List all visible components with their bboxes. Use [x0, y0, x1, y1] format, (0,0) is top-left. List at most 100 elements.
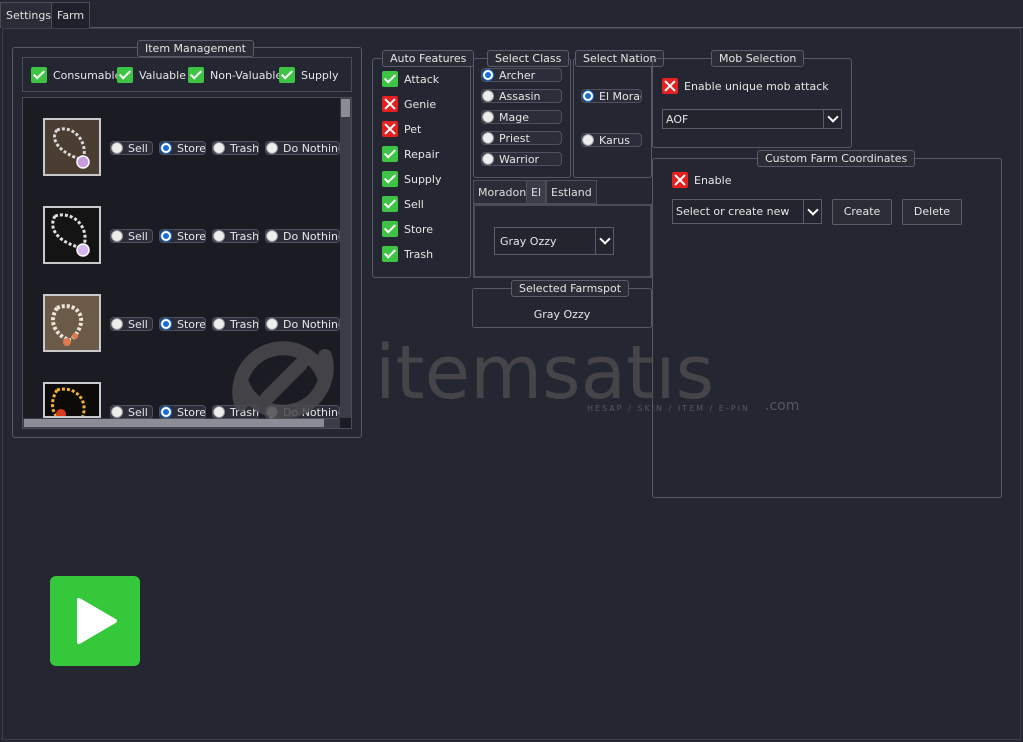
radio-store[interactable]: Store — [159, 405, 206, 419]
auto-pet[interactable]: Pet — [382, 119, 421, 139]
radio-icon[interactable] — [213, 318, 225, 330]
radio-selected-icon[interactable] — [160, 406, 172, 418]
filter-consumable[interactable]: Consumable — [31, 65, 121, 85]
radio-trash[interactable]: Trash — [212, 141, 259, 155]
radio-archer[interactable]: Archer — [481, 68, 562, 82]
farmspot-select[interactable]: Gray Ozzy — [494, 227, 614, 255]
radio-icon[interactable] — [266, 318, 278, 330]
delete-button[interactable]: Delete — [902, 199, 962, 225]
radio-karus[interactable]: Karus — [581, 133, 642, 147]
vertical-scroll-thumb[interactable] — [341, 99, 350, 117]
chevron-down-icon[interactable] — [823, 110, 841, 128]
radio-assasin[interactable]: Assasin — [481, 89, 562, 103]
radio-trash[interactable]: Trash — [212, 229, 259, 243]
checkbox-label: Sell — [404, 197, 424, 211]
checkbox-on-icon[interactable] — [382, 196, 398, 212]
auto-trash[interactable]: Trash — [382, 244, 433, 264]
radio-selected-icon[interactable] — [582, 90, 594, 102]
radio-warrior[interactable]: Warrior — [481, 152, 562, 166]
checkbox-on-icon[interactable] — [382, 221, 398, 237]
gold-necklace-red-gem-icon — [43, 382, 101, 418]
select-nation-group — [573, 58, 652, 178]
mob-selection-group — [652, 58, 852, 148]
chevron-down-icon[interactable] — [595, 228, 613, 254]
radio-sell[interactable]: Sell — [110, 229, 153, 243]
radio-icon[interactable] — [111, 406, 123, 418]
filter-non-valuable[interactable]: Non-Valuable — [188, 65, 282, 85]
checkbox-on-icon[interactable] — [188, 67, 204, 83]
horizontal-scroll-thumb[interactable] — [24, 419, 324, 427]
radio-store[interactable]: Store — [159, 229, 206, 243]
filter-supply[interactable]: Supply — [279, 65, 339, 85]
radio-icon[interactable] — [111, 230, 123, 242]
checkbox-on-icon[interactable] — [31, 67, 47, 83]
checkbox-on-icon[interactable] — [382, 171, 398, 187]
radio-icon[interactable] — [213, 142, 225, 154]
filter-valuable[interactable]: Valuable — [117, 65, 186, 85]
radio-priest[interactable]: Priest — [481, 131, 562, 145]
checkbox-on-icon[interactable] — [382, 146, 398, 162]
checkbox-on-icon[interactable] — [382, 71, 398, 87]
radio-selected-icon[interactable] — [160, 230, 172, 242]
radio-sell[interactable]: Sell — [110, 405, 153, 419]
checkbox-off-icon[interactable] — [382, 96, 398, 112]
radio-icon[interactable] — [213, 406, 225, 418]
checkbox-on-icon[interactable] — [382, 246, 398, 262]
auto-attack[interactable]: Attack — [382, 69, 439, 89]
radio-sell[interactable]: Sell — [110, 141, 153, 155]
radio-icon[interactable] — [213, 230, 225, 242]
auto-features-title: Auto Features — [382, 50, 475, 67]
filter-label: Valuable — [139, 68, 186, 82]
auto-supply[interactable]: Supply — [382, 169, 442, 189]
radio-mage[interactable]: Mage — [481, 110, 562, 124]
radio-icon[interactable] — [111, 318, 123, 330]
unique-mob-attack-checkbox[interactable]: Enable unique mob attack — [662, 76, 829, 96]
auto-store[interactable]: Store — [382, 219, 433, 239]
radio-icon[interactable] — [266, 230, 278, 242]
radio-icon[interactable] — [266, 142, 278, 154]
radio-store[interactable]: Store — [159, 141, 206, 155]
radio-do-nothing[interactable]: Do Nothing — [265, 317, 340, 331]
chevron-down-icon[interactable] — [803, 200, 821, 223]
radio-icon[interactable] — [111, 142, 123, 154]
radio-selected-icon[interactable] — [482, 69, 494, 81]
checkbox-label: Store — [404, 222, 434, 236]
vertical-scrollbar[interactable] — [340, 98, 351, 418]
radio-icon[interactable] — [482, 132, 494, 144]
custom-farm-enable-checkbox[interactable]: Enable — [672, 170, 731, 190]
tab-settings[interactable]: Settings — [0, 2, 58, 28]
radio-selected-icon[interactable] — [160, 318, 172, 330]
filter-label: Consumable — [53, 68, 122, 82]
auto-sell[interactable]: Sell — [382, 194, 424, 214]
radio-sell[interactable]: Sell — [110, 317, 153, 331]
radio-icon[interactable] — [582, 134, 594, 146]
radio-icon[interactable] — [482, 90, 494, 102]
radio-icon[interactable] — [482, 111, 494, 123]
checkbox-on-icon[interactable] — [279, 67, 295, 83]
checkbox-off-icon[interactable] — [672, 172, 688, 188]
auto-repair[interactable]: Repair — [382, 144, 439, 164]
radio-el-morad[interactable]: El Morad — [581, 89, 642, 103]
create-button[interactable]: Create — [832, 199, 892, 225]
mob-select[interactable]: AOF — [662, 109, 842, 129]
radio-store[interactable]: Store — [159, 317, 206, 331]
radio-icon[interactable] — [482, 153, 494, 165]
checkbox-off-icon[interactable] — [662, 78, 678, 94]
radio-trash[interactable]: Trash — [212, 405, 259, 419]
custom-farm-path-select[interactable]: Select or create new pa — [672, 199, 822, 224]
tab-estland[interactable]: Estland — [546, 180, 597, 204]
tab-el[interactable]: El — [526, 180, 547, 204]
radio-selected-icon[interactable] — [160, 142, 172, 154]
checkbox-off-icon[interactable] — [382, 121, 398, 137]
radio-do-nothing[interactable]: Do Nothing — [265, 405, 340, 419]
checkbox-label: Attack — [404, 72, 440, 86]
start-button[interactable] — [50, 576, 140, 666]
radio-trash[interactable]: Trash — [212, 317, 259, 331]
radio-icon[interactable] — [266, 406, 278, 418]
tab-moradon[interactable]: Moradon — [473, 180, 532, 204]
radio-do-nothing[interactable]: Do Nothing — [265, 141, 340, 155]
radio-do-nothing[interactable]: Do Nothing — [265, 229, 340, 243]
auto-genie[interactable]: Genie — [382, 94, 436, 114]
tab-farm[interactable]: Farm — [51, 2, 91, 28]
checkbox-on-icon[interactable] — [117, 67, 133, 83]
